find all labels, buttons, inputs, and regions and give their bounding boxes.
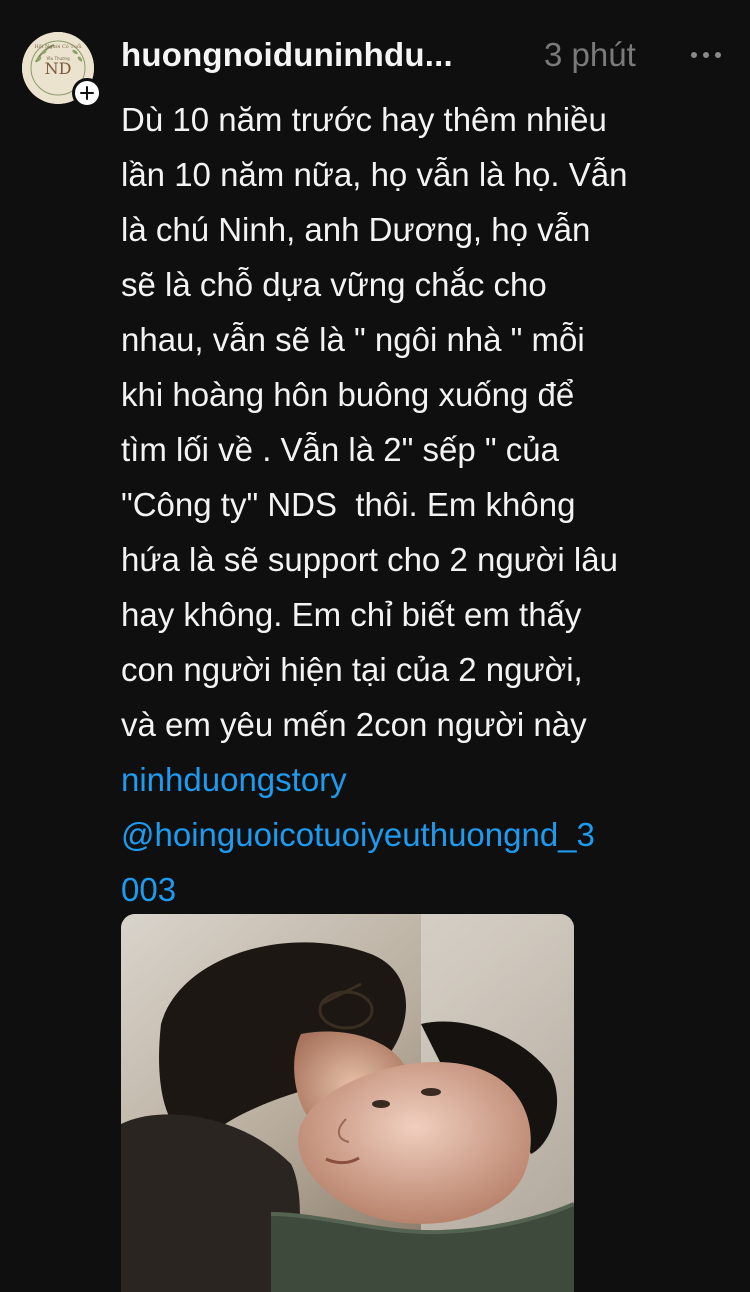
timestamp: 3 phút [544, 36, 636, 73]
post-text-line: "Công ty" NDS thôi. Em không [121, 486, 576, 523]
avatar-container: Hội Người Có Tuổi ND Yêu Thương [22, 32, 102, 108]
mention-link[interactable]: @hoinguoicotuoiyeuthuongnd_3 [121, 807, 731, 862]
post-text-line: khi hoàng hôn buông xuống để [121, 376, 575, 413]
photo-illustration [121, 914, 574, 1292]
post-text-line: lần 10 năm nữa, họ vẫn là họ. Vẫn [121, 156, 628, 193]
more-button[interactable] [686, 38, 726, 72]
username[interactable]: huongnoiduninhdu... [121, 32, 521, 78]
post-image[interactable] [121, 914, 574, 1292]
mention-link-continued[interactable]: 003 [121, 862, 731, 917]
post-text-line: Dù 10 năm trước hay thêm nhiều [121, 101, 607, 138]
avatar-initials: ND [45, 59, 72, 78]
avatar-sub-text: Yêu Thương [45, 56, 70, 61]
post: Hội Người Có Tuổi ND Yêu Thương huongnoi… [0, 0, 750, 1292]
post-text-line: hay không. Em chỉ biết em thấy [121, 596, 582, 633]
follow-button[interactable] [72, 78, 102, 108]
post-text-line: là chú Ninh, anh Dương, họ vẫn [121, 211, 591, 248]
post-text: Dù 10 năm trước hay thêm nhiều lần 10 nă… [121, 92, 731, 917]
more-horizontal-icon [689, 46, 723, 64]
post-text-line: hứa là sẽ support cho 2 người lâu [121, 541, 618, 578]
post-text-line: nhau, vẫn sẽ là " ngôi nhà " mỗi [121, 321, 585, 358]
hashtag-link[interactable]: ninhduongstory [121, 752, 731, 807]
plus-icon [79, 85, 95, 101]
post-text-line: và em yêu mến 2con người này [121, 706, 587, 743]
post-text-line: tìm lối về . Vẫn là 2" sếp " của [121, 431, 559, 468]
post-text-line: con người hiện tại của 2 người, [121, 651, 583, 688]
post-text-line: sẽ là chỗ dựa vững chắc cho [121, 266, 547, 303]
avatar-ring-text: Hội Người Có Tuổi [34, 43, 82, 50]
